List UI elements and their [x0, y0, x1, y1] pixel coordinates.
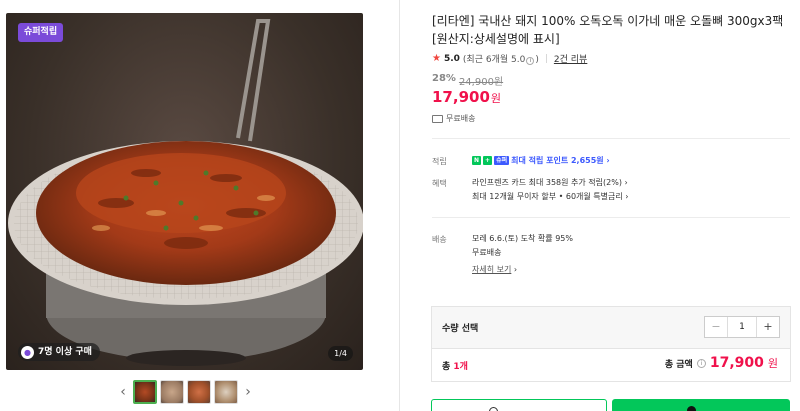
section-divider [432, 217, 790, 218]
thumbnail-2[interactable] [160, 380, 184, 404]
star-icon: ★ [432, 53, 441, 64]
chevron-right-icon[interactable]: › [241, 384, 255, 400]
naver-n-badge: N [472, 156, 482, 165]
sale-price-value: 17,900 [432, 88, 490, 106]
delivery-more-link[interactable]: 자세히 보기 › [472, 263, 517, 276]
quantity-panel: 수량 선택 − 1 + [431, 306, 791, 348]
info-icon: i [526, 57, 535, 65]
section-divider [432, 138, 790, 139]
image-counter: 1/4 [328, 346, 353, 361]
quantity-stepper: − 1 + [704, 316, 780, 338]
points-text: 최대 적립 포인트 2,655원 › [511, 156, 610, 165]
column-divider [399, 0, 400, 411]
delivery-fee: 무료배송 [472, 248, 502, 257]
buyers-count-pill: ● 7명 이상 구매 [18, 343, 100, 361]
total-amount-value: 17,900 [709, 355, 764, 371]
card-benefit-line-1[interactable]: 라인프렌즈 카드 최대 358원 추가 적립(2%) › [472, 176, 628, 189]
increase-button[interactable]: + [757, 317, 779, 337]
delivery-label: 배송 [432, 235, 447, 244]
total-quantity: 총 1개 [442, 362, 468, 372]
discount-percent: 28% [432, 73, 456, 84]
discount-row: 28% 24,900원 [432, 73, 503, 88]
original-price: 24,900원 [458, 77, 504, 88]
total-row: 총 1개 총 금액 i 17,900 원 [431, 348, 791, 382]
gift-button[interactable] [431, 399, 607, 411]
card-benefit-line-2[interactable]: 최대 12개월 무이자 할부 • 60개월 특별금리 › [472, 190, 628, 203]
plus-badge: + [483, 156, 493, 165]
gift-icon [489, 407, 498, 411]
thumbnail-3[interactable] [187, 380, 211, 404]
rating-score: 5.0 [443, 53, 460, 64]
chevron-right-icon: › [513, 265, 518, 274]
quantity-label: 수량 선택 [442, 324, 479, 334]
sale-price-unit: 원 [490, 92, 502, 105]
info-icon[interactable]: i [696, 358, 706, 368]
super-badge: 슈퍼 [494, 156, 510, 165]
shipping-label: 무료배송 [446, 114, 476, 123]
buyers-count-label: 7명 이상 구매 [38, 347, 92, 357]
rating-recent: (최근 6개월 5.0 i) [462, 55, 539, 65]
product-title: [리타엔] 국내산 돼지 100% 오독오독 이가네 매운 오돌뼈 300gx3… [432, 14, 784, 46]
rating-separator: | [544, 53, 548, 64]
card-benefit-label: 혜택 [432, 179, 447, 188]
buy-button[interactable] [612, 399, 790, 411]
delivery-estimate: 모레 6.6.(토) 도착 확률 95% [472, 234, 573, 243]
chevron-left-icon[interactable]: ‹ [116, 384, 130, 400]
truck-icon [432, 114, 443, 123]
sale-price: 17,900 원 [432, 88, 501, 106]
product-main-image[interactable]: 슈퍼적립 ● 7명 이상 구매 1/4 [6, 13, 363, 370]
decrease-button[interactable]: − [705, 317, 727, 337]
thumbnail-1[interactable] [133, 380, 157, 404]
points-label: 적립 [432, 157, 447, 166]
rating-row: ★ 5.0 (최근 6개월 5.0 i) | 2건 리뷰 [432, 52, 587, 65]
thumbnail-strip: ‹ › [116, 380, 255, 404]
naver-pay-icon [687, 406, 696, 411]
total-amount-label: 총 금액 [664, 359, 693, 370]
thumbnail-4[interactable] [214, 380, 238, 404]
reviews-link[interactable]: 2건 리뷰 [554, 52, 587, 65]
super-points-badge: 슈퍼적립 [18, 23, 64, 42]
bag-icon: ● [21, 345, 34, 359]
total-amount-unit: 원 [767, 357, 778, 370]
points-link[interactable]: N + 슈퍼 최대 적립 포인트 2,655원 › [472, 154, 610, 167]
shipping-row: 무료배송 [432, 113, 475, 124]
total-amount: 총 금액 i 17,900 원 [665, 355, 778, 371]
food-photo [8, 19, 363, 366]
quantity-value[interactable]: 1 [727, 317, 757, 337]
